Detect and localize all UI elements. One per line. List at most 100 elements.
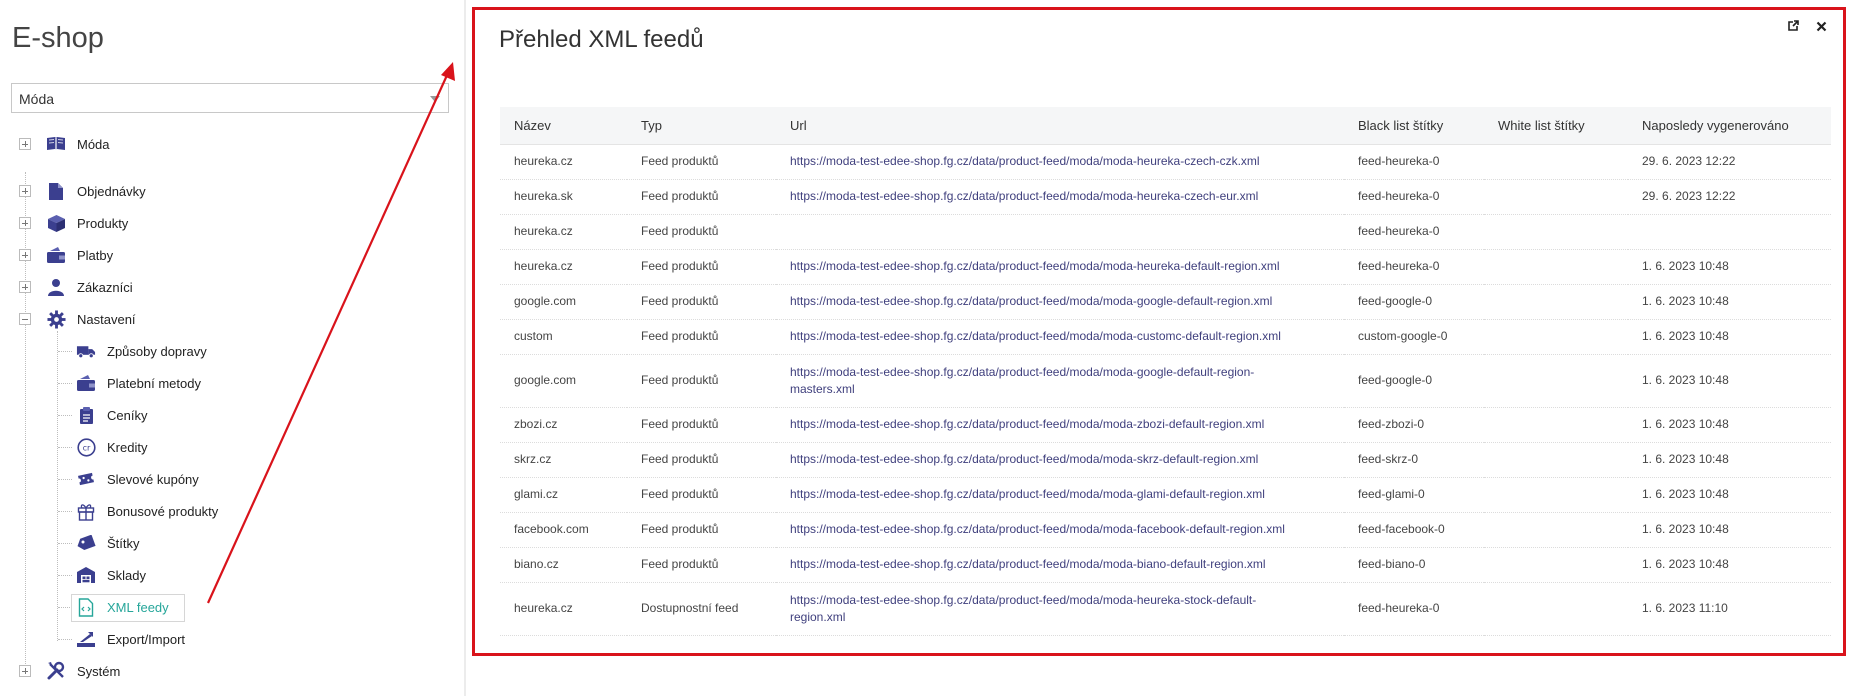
table-row[interactable]: glami.cz Feed produktů https://moda-test…: [500, 477, 1831, 513]
expand-icon[interactable]: [19, 665, 31, 677]
cell-black-list: feed-heureka-0: [1344, 249, 1484, 285]
column-header-typ[interactable]: Typ: [627, 107, 776, 145]
cell-url[interactable]: https://moda-test-edee-shop.fg.cz/data/p…: [776, 407, 1344, 443]
cell-url[interactable]: https://moda-test-edee-shop.fg.cz/data/p…: [776, 249, 1344, 285]
table-row[interactable]: biano.cz Feed produktů https://moda-test…: [500, 547, 1831, 583]
cell-url[interactable]: https://moda-test-edee-shop.fg.cz/data/p…: [776, 442, 1344, 478]
tree-item-label: Platby: [77, 247, 114, 263]
tree-item-kredity[interactable]: cr Kredity: [0, 435, 460, 459]
tree-item-label: Kredity: [107, 439, 148, 455]
cell-name: facebook.com: [500, 512, 627, 548]
cell-black-list: feed-glami-0: [1344, 477, 1484, 513]
tree-item-nastaveni[interactable]: Nastavení: [0, 307, 460, 331]
expand-icon[interactable]: [19, 281, 31, 293]
expand-icon[interactable]: [19, 217, 31, 229]
cell-white-list: [1484, 547, 1628, 583]
tree-item-ceniky[interactable]: Ceníky: [0, 403, 460, 427]
tree-item-label: Objednávky: [77, 183, 146, 199]
cell-url[interactable]: https://moda-test-edee-shop.fg.cz/data/p…: [776, 144, 1344, 180]
navigation-tree: Móda Objednávky Produkty Platby Zákazníc…: [0, 0, 464, 696]
svg-text:cr: cr: [82, 443, 90, 452]
cell-url[interactable]: https://moda-test-edee-shop.fg.cz/data/p…: [776, 284, 1344, 320]
tree-item-moda[interactable]: Móda: [0, 132, 460, 156]
cell-black-list: feed-google-0: [1344, 284, 1484, 320]
tree-item-stitky[interactable]: Štítky: [0, 531, 460, 555]
column-header-generated[interactable]: Naposledy vygenerováno: [1628, 107, 1831, 145]
table-row[interactable]: facebook.com Feed produktů https://moda-…: [500, 512, 1831, 548]
cell-url[interactable]: https://moda-test-edee-shop.fg.cz/data/p…: [776, 179, 1344, 215]
table-row[interactable]: heureka.sk Feed produktů https://moda-te…: [500, 179, 1831, 215]
table-row[interactable]: google.com Feed produktů https://moda-te…: [500, 354, 1831, 408]
column-header-black-list[interactable]: Black list štítky: [1344, 107, 1484, 145]
column-header-url[interactable]: Url: [776, 107, 1344, 145]
cell-white-list: [1484, 354, 1628, 408]
table-row[interactable]: heureka.cz Feed produktů https://moda-te…: [500, 249, 1831, 285]
table-row[interactable]: heureka.cz Feed produktů feed-heureka-0: [500, 214, 1831, 250]
table-row[interactable]: skrz.cz Feed produktů https://moda-test-…: [500, 442, 1831, 478]
tree-item-bonusove-produkty[interactable]: Bonusové produkty: [0, 499, 460, 523]
export-icon: [76, 629, 96, 649]
cell-type: Feed produktů: [627, 354, 776, 408]
cell-generated: 29. 6. 2023 12:22: [1628, 144, 1831, 180]
tree-item-xml-feedy[interactable]: XML feedy: [0, 595, 460, 619]
cell-name: heureka.sk: [500, 179, 627, 215]
cell-type: Dostupnostní feed: [627, 582, 776, 636]
tree-item-label: Produkty: [77, 215, 129, 231]
cell-url[interactable]: https://moda-test-edee-shop.fg.cz/data/p…: [776, 477, 1344, 513]
cell-generated: [1628, 214, 1831, 250]
cell-white-list: [1484, 477, 1628, 513]
cell-url[interactable]: https://moda-test-edee-shop.fg.cz/data/p…: [776, 547, 1344, 583]
cell-black-list: feed-heureka-0: [1344, 179, 1484, 215]
open-external-icon[interactable]: [1785, 18, 1801, 34]
cell-name: heureka.cz: [500, 214, 627, 250]
tree-item-label: Platební metody: [107, 375, 201, 391]
tree-item-sklady[interactable]: Sklady: [0, 563, 460, 587]
tree-item-slevove-kupony[interactable]: Slevové kupóny: [0, 467, 460, 491]
column-header-white-list[interactable]: White list štítky: [1484, 107, 1628, 145]
table-row[interactable]: heureka.cz Dostupnostní feed https://mod…: [500, 582, 1831, 636]
cell-url[interactable]: https://moda-test-edee-shop.fg.cz/data/p…: [776, 354, 1344, 408]
table-row[interactable]: zbozi.cz Feed produktů https://moda-test…: [500, 407, 1831, 443]
table-row[interactable]: custom Feed produktů https://moda-test-e…: [500, 319, 1831, 355]
cell-name: glami.cz: [500, 477, 627, 513]
sidebar: E-shop Móda Móda Objednávky Produkty Pla…: [0, 0, 464, 696]
cell-name: custom: [500, 319, 627, 355]
cell-name: google.com: [500, 284, 627, 320]
tree-item-export-import[interactable]: Export/Import: [0, 627, 460, 651]
cell-generated: 1. 6. 2023 10:48: [1628, 354, 1831, 408]
file-icon: [46, 181, 66, 201]
tree-item-label: XML feedy: [107, 599, 169, 615]
cell-generated: 1. 6. 2023 10:48: [1628, 477, 1831, 513]
cell-url[interactable]: [776, 214, 1344, 250]
tree-item-produkty[interactable]: Produkty: [0, 211, 460, 235]
tree-item-label: Štítky: [107, 535, 140, 551]
table-row[interactable]: heureka.cz Feed produktů https://moda-te…: [500, 144, 1831, 180]
page-title: Přehled XML feedů: [499, 26, 704, 53]
collapse-icon[interactable]: [19, 313, 31, 325]
cell-url[interactable]: https://moda-test-edee-shop.fg.cz/data/p…: [776, 512, 1344, 548]
cell-url[interactable]: https://moda-test-edee-shop.fg.cz/data/p…: [776, 582, 1344, 636]
cell-white-list: [1484, 179, 1628, 215]
close-icon[interactable]: [1813, 18, 1829, 34]
table-row[interactable]: google.com Feed produktů https://moda-te…: [500, 284, 1831, 320]
gear-icon: [46, 309, 66, 329]
cell-generated: 1. 6. 2023 10:48: [1628, 512, 1831, 548]
tree-item-objednavky[interactable]: Objednávky: [0, 179, 460, 203]
tree-item-zakaznici[interactable]: Zákazníci: [0, 275, 460, 299]
cell-name: zbozi.cz: [500, 407, 627, 443]
tree-item-platby[interactable]: Platby: [0, 243, 460, 267]
expand-icon[interactable]: [19, 185, 31, 197]
expand-icon[interactable]: [19, 249, 31, 261]
tree-item-system[interactable]: Systém: [0, 659, 460, 683]
cell-type: Feed produktů: [627, 442, 776, 478]
tree-item-zpusoby-dopravy[interactable]: Způsoby dopravy: [0, 339, 460, 363]
cell-white-list: [1484, 582, 1628, 636]
cell-generated: 1. 6. 2023 10:48: [1628, 547, 1831, 583]
tree-item-platebni-metody[interactable]: Platební metody: [0, 371, 460, 395]
cell-url[interactable]: https://moda-test-edee-shop.fg.cz/data/p…: [776, 319, 1344, 355]
tree-item-label: Zákazníci: [77, 279, 133, 295]
column-header-nazev[interactable]: Název: [500, 107, 627, 145]
tree-item-label: Móda: [77, 136, 110, 152]
cell-generated: 1. 6. 2023 10:48: [1628, 442, 1831, 478]
expand-icon[interactable]: [19, 138, 31, 150]
